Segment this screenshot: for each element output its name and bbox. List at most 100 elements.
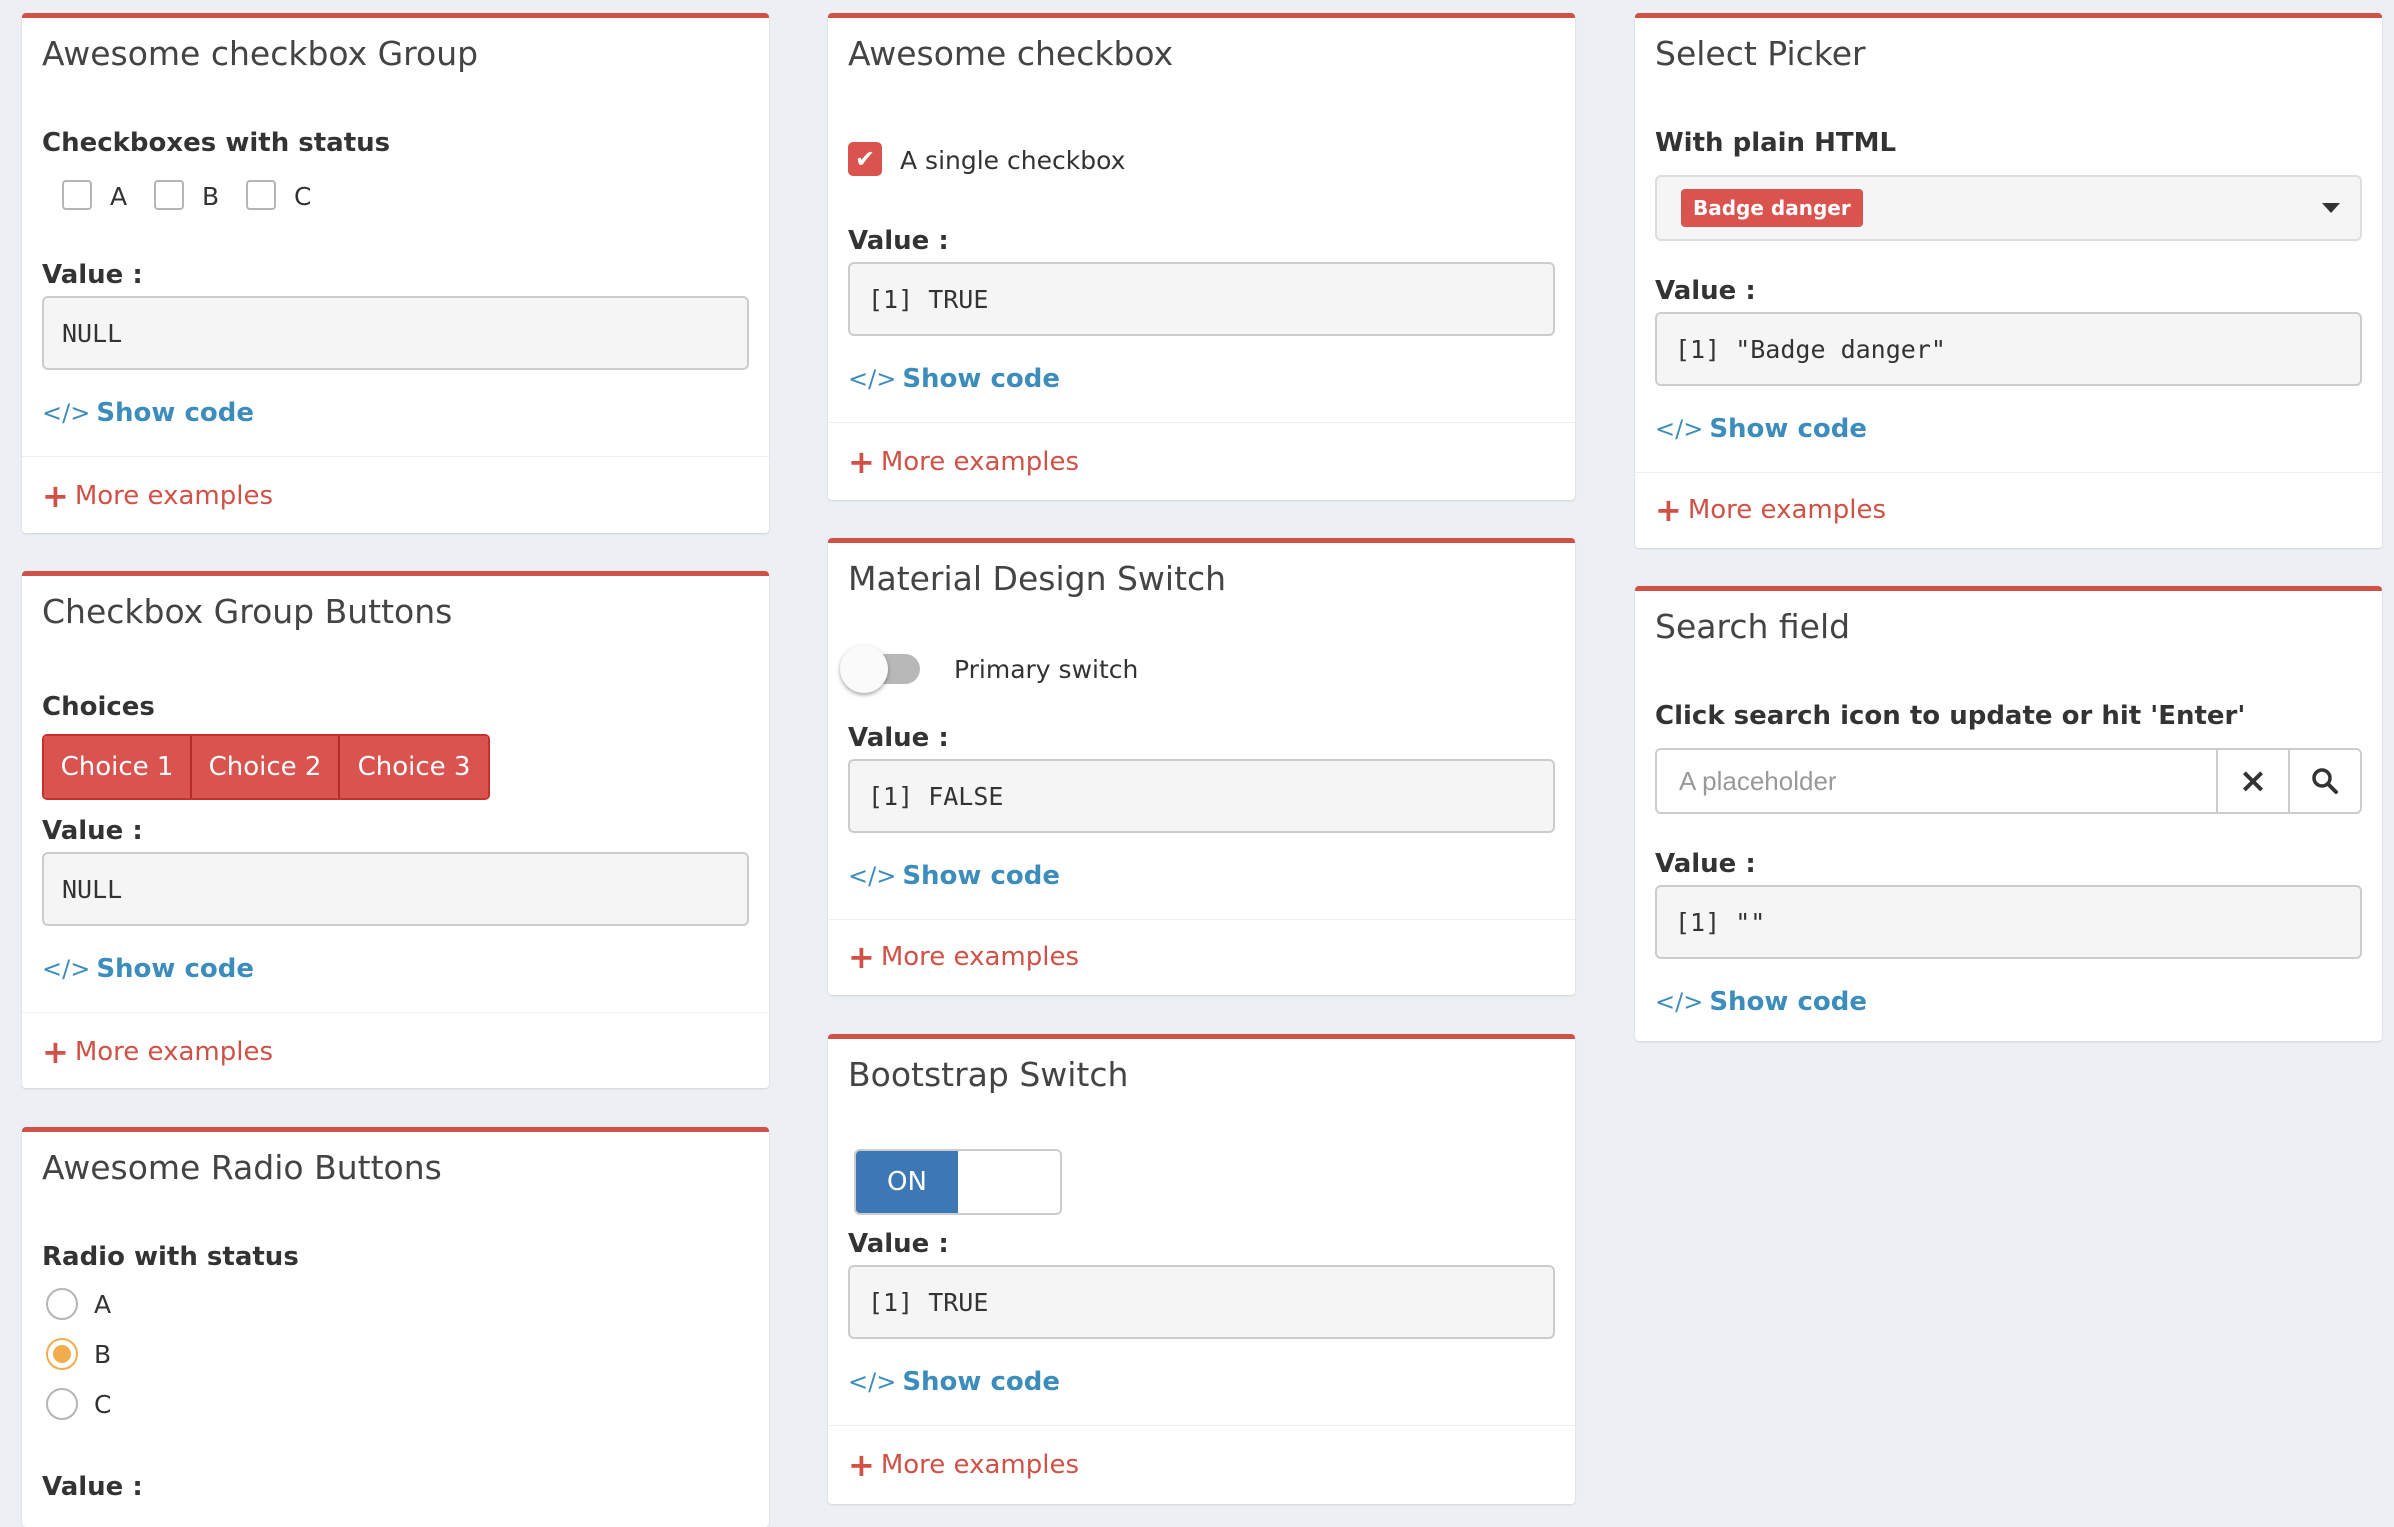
value-output: [1] TRUE xyxy=(848,1265,1555,1339)
more-examples-label: More examples xyxy=(74,1037,273,1067)
plus-icon: + xyxy=(848,1446,875,1484)
choice-3-button[interactable]: Choice 3 xyxy=(340,736,488,798)
radio-c-label: C xyxy=(94,1390,112,1419)
plus-icon: + xyxy=(42,1033,69,1071)
show-code-link[interactable]: </> Show code xyxy=(848,1367,1060,1397)
show-code-label: Show code xyxy=(902,861,1061,891)
more-examples-link[interactable]: + More examples xyxy=(848,1449,1079,1481)
single-checkbox-checked[interactable]: ✔ xyxy=(848,142,882,176)
plus-icon: + xyxy=(848,443,875,481)
value-label: Value : xyxy=(42,1472,143,1502)
plus-icon: + xyxy=(848,938,875,976)
divider xyxy=(828,1425,1575,1426)
selected-badge: Badge danger xyxy=(1681,189,1863,227)
show-code-link[interactable]: </> Show code xyxy=(42,954,254,984)
show-code-label: Show code xyxy=(902,364,1061,394)
value-label: Value : xyxy=(848,1229,949,1259)
switch-knob xyxy=(840,645,888,693)
more-examples-label: More examples xyxy=(74,481,273,511)
checkbox-b[interactable] xyxy=(154,180,184,210)
value-output: NULL xyxy=(42,296,749,370)
choices-label: Choices xyxy=(42,692,155,722)
show-code-label: Show code xyxy=(96,954,255,984)
plus-icon: + xyxy=(42,477,69,515)
more-examples-label: More examples xyxy=(880,1450,1079,1480)
bootstrap-switch[interactable]: ON xyxy=(854,1149,1062,1215)
card-title: Awesome checkbox Group xyxy=(42,34,479,73)
more-examples-label: More examples xyxy=(880,942,1079,972)
select-picker-dropdown[interactable]: Badge danger xyxy=(1655,175,2362,241)
switch-label: Primary switch xyxy=(954,655,1139,684)
search-field-card: Search field Click search icon to update… xyxy=(1635,586,2382,1041)
divider xyxy=(1635,472,2382,473)
primary-switch[interactable] xyxy=(840,643,930,695)
choice-2-button[interactable]: Choice 2 xyxy=(192,736,340,798)
code-icon: </> xyxy=(848,862,897,890)
card-title: Awesome Radio Buttons xyxy=(42,1148,442,1187)
more-examples-link[interactable]: + More examples xyxy=(42,480,273,512)
value-label: Value : xyxy=(848,226,949,256)
code-icon: </> xyxy=(1655,415,1704,443)
code-icon: </> xyxy=(42,955,91,983)
value-output: [1] "" xyxy=(1655,885,2362,959)
choice-1-button[interactable]: Choice 1 xyxy=(44,736,192,798)
show-code-link[interactable]: </> Show code xyxy=(42,398,254,428)
search-input[interactable] xyxy=(1657,750,2216,812)
more-examples-link[interactable]: + More examples xyxy=(1655,494,1886,526)
awesome-radio-buttons-card: Awesome Radio Buttons Radio with status … xyxy=(22,1127,769,1527)
checkbox-a[interactable] xyxy=(62,180,92,210)
card-title: Material Design Switch xyxy=(848,559,1227,598)
divider xyxy=(828,919,1575,920)
value-label: Value : xyxy=(1655,276,1756,306)
radio-c[interactable] xyxy=(46,1388,78,1420)
value-output: NULL xyxy=(42,852,749,926)
more-examples-link[interactable]: + More examples xyxy=(42,1036,273,1068)
plus-icon: + xyxy=(1655,491,1682,529)
select-label: With plain HTML xyxy=(1655,128,1897,158)
more-examples-link[interactable]: + More examples xyxy=(848,941,1079,973)
show-code-link[interactable]: </> Show code xyxy=(848,861,1060,891)
radio-b-label: B xyxy=(94,1340,112,1369)
search-icon xyxy=(2312,768,2338,794)
code-icon: </> xyxy=(848,365,897,393)
radio-a[interactable] xyxy=(46,1288,78,1320)
value-output: [1] "Badge danger" xyxy=(1655,312,2362,386)
search-button[interactable] xyxy=(2288,750,2360,812)
bootstrap-switch-card: Bootstrap Switch ON Value : [1] TRUE </>… xyxy=(828,1034,1575,1504)
show-code-link[interactable]: </> Show code xyxy=(1655,414,1867,444)
checkbox-c-label: C xyxy=(294,182,312,211)
checkbox-c[interactable] xyxy=(246,180,276,210)
checkbox-b-label: B xyxy=(202,182,220,211)
code-icon: </> xyxy=(42,399,91,427)
card-title: Bootstrap Switch xyxy=(848,1055,1129,1094)
radio-b[interactable] xyxy=(46,1338,78,1370)
divider xyxy=(22,1012,769,1013)
radio-label: Radio with status xyxy=(42,1242,299,1272)
more-examples-label: More examples xyxy=(1687,495,1886,525)
check-icon: ✔ xyxy=(854,145,876,173)
clear-button[interactable]: × xyxy=(2216,750,2288,812)
show-code-link[interactable]: </> Show code xyxy=(1655,987,1867,1017)
value-label: Value : xyxy=(1655,849,1756,879)
checkbox-group-buttons-card: Checkbox Group Buttons Choices Choice 1 … xyxy=(22,571,769,1088)
checkbox-a-label: A xyxy=(110,182,128,211)
value-output: [1] TRUE xyxy=(848,262,1555,336)
more-examples-link[interactable]: + More examples xyxy=(848,446,1079,478)
show-code-label: Show code xyxy=(902,1367,1061,1397)
show-code-label: Show code xyxy=(1709,414,1868,444)
card-title: Checkbox Group Buttons xyxy=(42,592,453,631)
show-code-label: Show code xyxy=(1709,987,1868,1017)
search-label: Click search icon to update or hit 'Ente… xyxy=(1655,701,2246,731)
card-title: Select Picker xyxy=(1655,34,1866,73)
card-title: Awesome checkbox xyxy=(848,34,1174,73)
awesome-checkbox-card: Awesome checkbox ✔ A single checkbox Val… xyxy=(828,13,1575,500)
show-code-link[interactable]: </> Show code xyxy=(848,364,1060,394)
more-examples-label: More examples xyxy=(880,447,1079,477)
checkbox-group-label: Checkboxes with status xyxy=(42,128,391,158)
single-checkbox-label: A single checkbox xyxy=(900,146,1126,175)
search-input-group: × xyxy=(1655,748,2362,814)
select-picker-card: Select Picker With plain HTML Badge dang… xyxy=(1635,13,2382,548)
value-label: Value : xyxy=(848,723,949,753)
value-label: Value : xyxy=(42,260,143,290)
material-switch-card: Material Design Switch Primary switch Va… xyxy=(828,538,1575,995)
